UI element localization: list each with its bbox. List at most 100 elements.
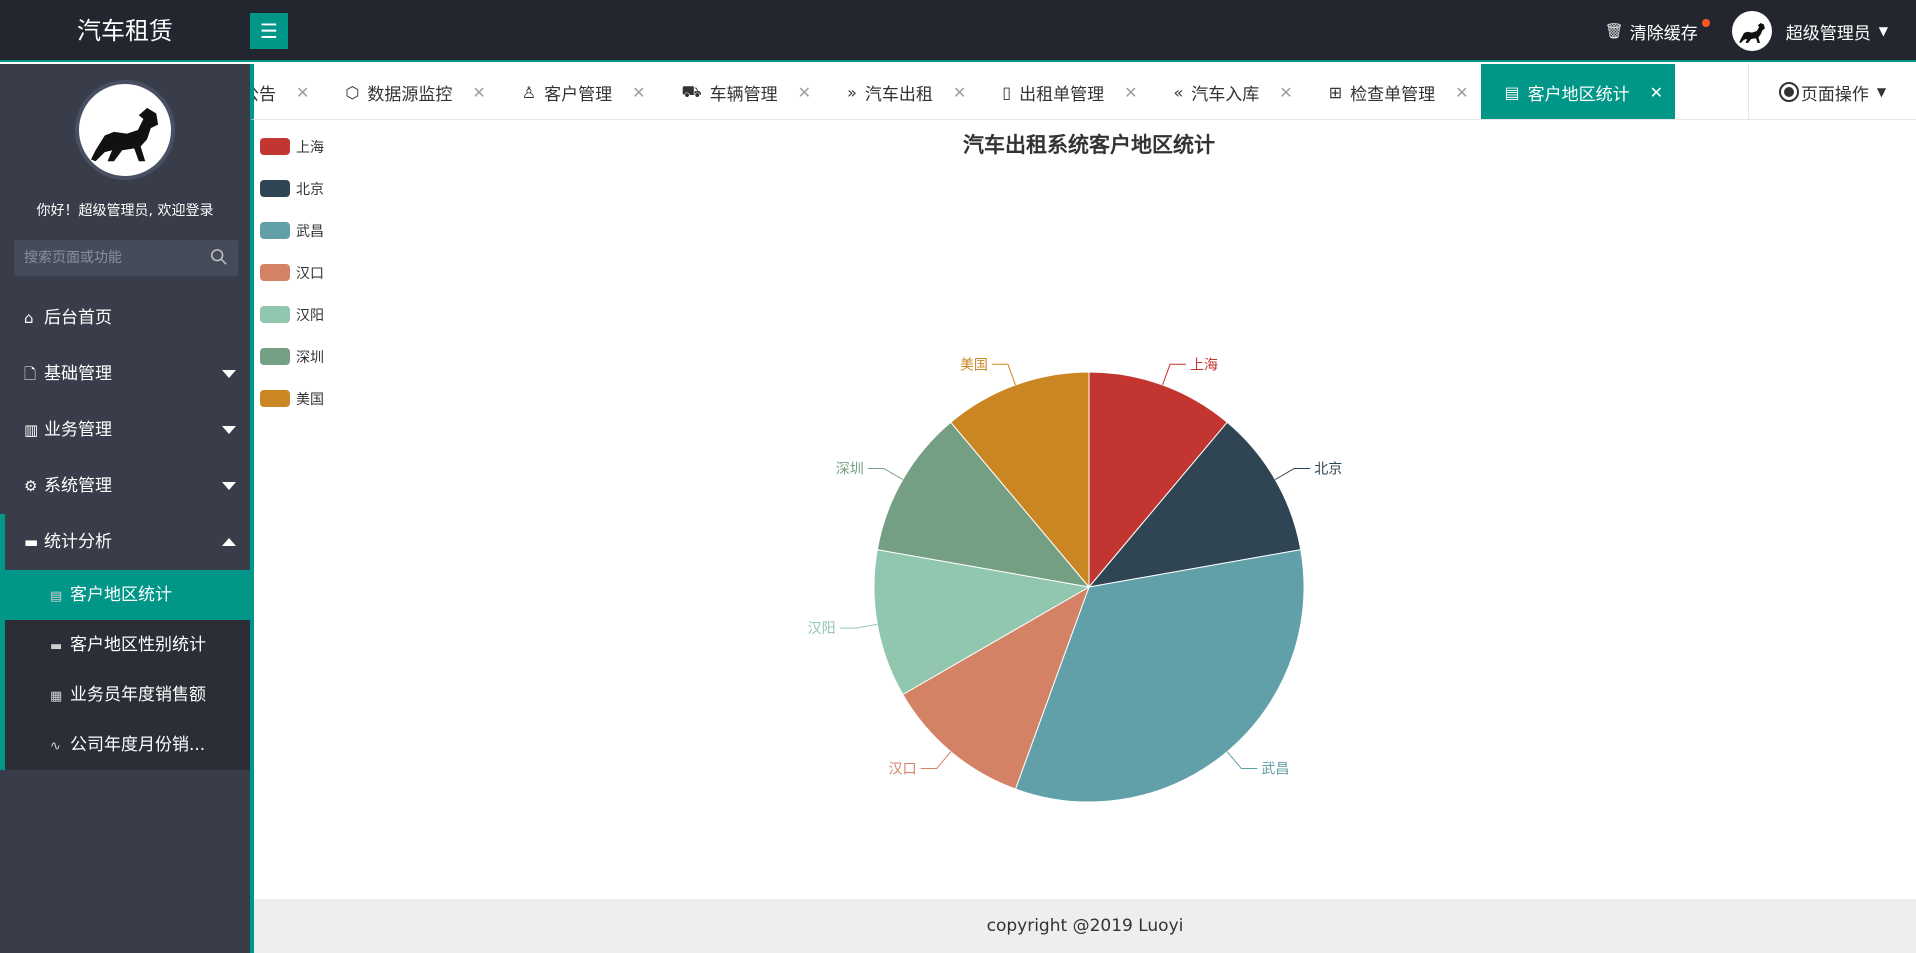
legend-label[interactable]: 北京	[296, 182, 324, 198]
copyright-text: copyright @2019 Luoyi	[986, 916, 1184, 936]
chart-title: 汽车出租系统客户地区统计	[963, 133, 1215, 157]
tab-rental-order-manage[interactable]: ▯ 出租单管理 ✕	[978, 64, 1149, 119]
legend-swatch[interactable]	[260, 306, 290, 323]
slice-label: 武昌	[1261, 762, 1289, 778]
legend-swatch[interactable]	[260, 390, 290, 407]
tab-notice[interactable]: 公告 ✕	[254, 64, 321, 119]
sidebar-subitem-label: 业务员年度销售额	[70, 685, 206, 705]
legend-label[interactable]: 上海	[296, 140, 324, 156]
slice-label: 汉阳	[808, 621, 836, 637]
close-icon[interactable]: ✕	[953, 83, 966, 102]
pie-chart: 汽车出租系统客户地区统计 上海北京武昌汉口汉阳深圳美国 上海北京武昌汉口汉阳深圳…	[260, 133, 1342, 803]
top-header: 汽车租赁 ☰ 🗑 清除缓存 超级管理员 ▼	[0, 0, 1916, 62]
user-menu[interactable]: 超级管理员 ▼	[1731, 11, 1888, 51]
sidebar-item-label: 统计分析	[44, 532, 112, 552]
close-icon[interactable]: ✕	[1650, 83, 1663, 102]
tab-label: 客户管理	[544, 84, 613, 105]
sidebar-search	[14, 240, 238, 276]
close-icon[interactable]: ✕	[296, 83, 309, 102]
legend-swatch[interactable]	[260, 222, 290, 239]
search-input[interactable]	[14, 240, 204, 276]
cart-icon: ⛟	[681, 81, 702, 101]
open-book-icon: ⊞	[1328, 82, 1343, 102]
label-leader-line	[1226, 751, 1258, 770]
search-icon[interactable]	[210, 248, 228, 266]
close-icon[interactable]: ✕	[632, 83, 645, 102]
label-leader-line	[867, 468, 904, 480]
sidebar-subitem-customer-region[interactable]: ▤ 客户地区统计	[5, 570, 250, 620]
page-operations-button[interactable]: 页面操作 ▼	[1748, 64, 1916, 119]
tab-customer-region-stats[interactable]: ▤ 客户地区统计 ✕	[1480, 64, 1676, 119]
sidebar-item-statistics[interactable]: ▬ 统计分析	[0, 514, 250, 570]
sidebar-subitem-monthly-sales[interactable]: ∿ 公司年度月份销...	[5, 720, 250, 770]
double-right-icon: »	[847, 82, 857, 102]
tab-label: 数据源监控	[367, 84, 453, 105]
sidebar-item-system[interactable]: ⚙ 系统管理	[0, 458, 250, 514]
legend-label[interactable]: 美国	[296, 392, 324, 408]
sidebar-subitem-sales-annual[interactable]: ▦ 业务员年度销售额	[5, 670, 250, 720]
hamburger-icon: ☰	[260, 19, 278, 43]
double-left-icon: «	[1173, 82, 1184, 102]
legend-label[interactable]: 武昌	[296, 224, 324, 240]
chart-legend: 上海北京武昌汉口汉阳深圳美国	[260, 138, 324, 408]
close-icon[interactable]: ✕	[1455, 83, 1468, 102]
sidebar-avatar	[75, 80, 175, 180]
chevron-down-icon: ▼	[1876, 85, 1887, 99]
notification-dot	[1701, 18, 1710, 27]
sidebar-subitem-region-gender[interactable]: ▬ 客户地区性别统计	[5, 620, 250, 670]
sidebar-item-label: 系统管理	[44, 476, 112, 496]
close-icon[interactable]: ✕	[1279, 83, 1292, 102]
main-content: 汽车出租系统客户地区统计 上海 北京 武昌 汉口 汉阳 深圳 美国 上海 北京 武昌 汉口 汉阳 深圳…	[250, 120, 1916, 899]
sidebar-item-business[interactable]: ▥ 业务管理	[0, 402, 250, 458]
legend-label[interactable]: 深圳	[296, 350, 324, 366]
menu-toggle-button[interactable]: ☰	[250, 13, 288, 49]
clipboard-icon: ▤	[50, 589, 63, 604]
legend-label[interactable]: 汉阳	[296, 308, 324, 324]
tab-label: 汽车出租	[864, 84, 933, 105]
tab-datasource-monitor[interactable]: ⬡ 数据源监控 ✕	[321, 64, 497, 119]
sidebar-item-basic[interactable]: 🗋 基础管理	[0, 346, 250, 402]
label-leader-line	[839, 623, 878, 629]
sidebar-item-label: 基础管理	[44, 364, 112, 384]
tab-check-order-manage[interactable]: ⊞ 检查单管理 ✕	[1305, 64, 1481, 119]
caret-down-icon	[222, 482, 236, 490]
app-logo-title[interactable]: 汽车租赁	[0, 0, 250, 62]
close-icon[interactable]: ✕	[472, 83, 485, 102]
sidebar-item-label: 后台首页	[44, 308, 112, 328]
tab-vehicle-manage[interactable]: ⛟ 车辆管理 ✕	[658, 64, 824, 119]
slice-label: 汉口	[889, 762, 917, 778]
horse-logo-icon	[90, 107, 159, 162]
sidebar-subitem-label: 客户地区性别统计	[70, 635, 206, 655]
page-operations-label: 页面操作	[1800, 84, 1869, 105]
sidebar-item-home[interactable]: ⌂ 后台首页	[0, 290, 250, 346]
clear-cache-button[interactable]: 🗑 清除缓存	[1605, 18, 1710, 44]
tab-label: 客户地区统计	[1527, 84, 1630, 105]
label-leader-line	[1274, 468, 1311, 480]
legend-swatch[interactable]	[260, 348, 290, 365]
legend-swatch[interactable]	[260, 138, 290, 155]
close-icon[interactable]: ✕	[798, 83, 811, 102]
home-icon: ⌂	[24, 309, 34, 327]
table-icon: ▦	[50, 689, 63, 704]
pulse-icon: ∿	[50, 739, 61, 754]
tab-car-rental[interactable]: » 汽车出租 ✕	[823, 64, 978, 119]
tab-customer-manage[interactable]: ♙ 客户管理 ✕	[498, 64, 658, 119]
file-icon: 🗋	[24, 365, 37, 383]
tab-label: 公告	[254, 84, 276, 105]
legend-swatch[interactable]	[260, 264, 290, 281]
sidebar: 你好！超级管理员, 欢迎登录 ⌂ 后台首页 🗋 基础管理 ▥ 业务管理 ⚙ 系统管理 ▬…	[0, 64, 250, 953]
welcome-text: 你好！超级管理员, 欢迎登录	[36, 203, 214, 219]
tab-label: 出租单管理	[1019, 84, 1105, 105]
legend-swatch[interactable]	[260, 180, 290, 197]
tab-car-return[interactable]: « 汽车入库 ✕	[1150, 64, 1305, 119]
tab-label: 检查单管理	[1350, 84, 1436, 105]
sidebar-nav: ⌂ 后台首页 🗋 基础管理 ▥ 业务管理 ⚙ 系统管理 ▬ 统计分析 ▤ 客户地区统计 ▬ 客…	[0, 290, 250, 770]
header-right: 🗑 清除缓存 超级管理员 ▼	[1605, 0, 1916, 62]
close-icon[interactable]: ✕	[1124, 83, 1137, 102]
label-leader-line	[1162, 363, 1187, 386]
sidebar-item-label: 业务管理	[44, 420, 112, 440]
chevron-down-icon: ▼	[1878, 24, 1888, 38]
horse-logo-icon	[1738, 23, 1765, 43]
legend-label[interactable]: 汉口	[296, 266, 324, 282]
label-leader-line	[991, 363, 1016, 386]
